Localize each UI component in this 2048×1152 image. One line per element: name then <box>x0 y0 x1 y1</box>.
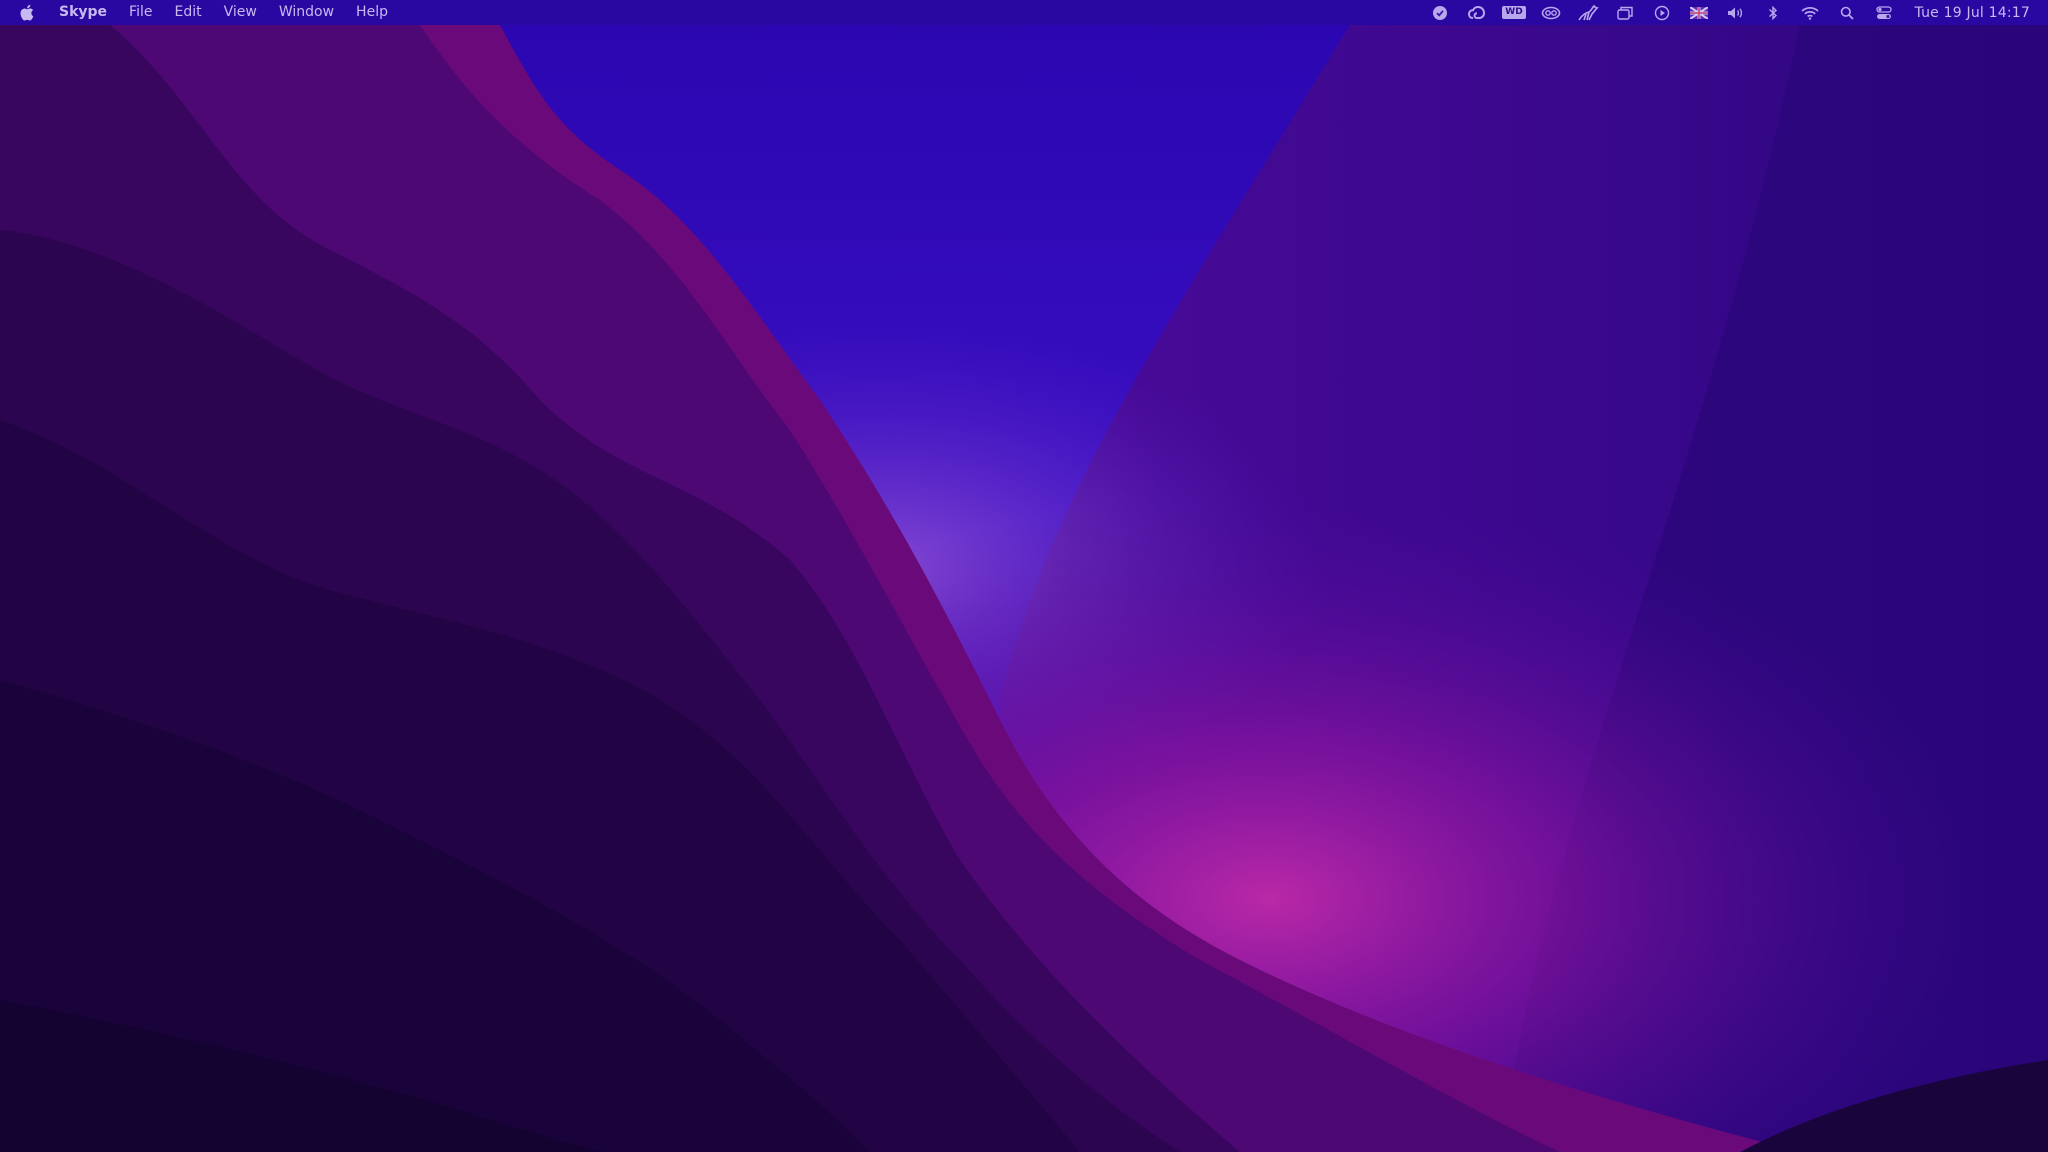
wd-drive-icon[interactable]: WD <box>1495 0 1532 25</box>
desktop: Skype File Edit View Window Help WD Tue … <box>0 0 2048 1152</box>
volume-icon[interactable] <box>1717 0 1754 25</box>
wallpaper <box>0 0 2048 1152</box>
menu-window[interactable]: Window <box>268 0 345 25</box>
menu-view[interactable]: View <box>213 0 268 25</box>
menu-app-name[interactable]: Skype <box>48 0 118 25</box>
wifi-icon[interactable] <box>1791 0 1828 25</box>
menu-bar-status-area: WD Tue 19 Jul 14:17 <box>1421 0 2030 25</box>
play-circle-icon[interactable] <box>1643 0 1680 25</box>
uk-flag-icon[interactable] <box>1680 0 1717 25</box>
cc-icon[interactable] <box>1532 0 1569 25</box>
menu-bar-left: Skype File Edit View Window Help <box>20 0 399 25</box>
creative-cloud-icon[interactable] <box>1458 0 1495 25</box>
wd-badge-label: WD <box>1502 6 1526 19</box>
bluetooth-icon[interactable] <box>1754 0 1791 25</box>
menu-edit[interactable]: Edit <box>163 0 212 25</box>
menu-help[interactable]: Help <box>345 0 399 25</box>
menu-file[interactable]: File <box>118 0 163 25</box>
menu-bar-clock[interactable]: Tue 19 Jul 14:17 <box>1902 5 2030 21</box>
window-stack-icon[interactable] <box>1606 0 1643 25</box>
skype-status-icon[interactable] <box>1421 0 1458 25</box>
menu-bar: Skype File Edit View Window Help WD Tue … <box>0 0 2048 25</box>
spotlight-search-icon[interactable] <box>1828 0 1865 25</box>
kangaroo-icon[interactable] <box>1569 0 1606 25</box>
control-center-icon[interactable] <box>1865 0 1902 25</box>
apple-logo-icon[interactable] <box>20 4 36 22</box>
